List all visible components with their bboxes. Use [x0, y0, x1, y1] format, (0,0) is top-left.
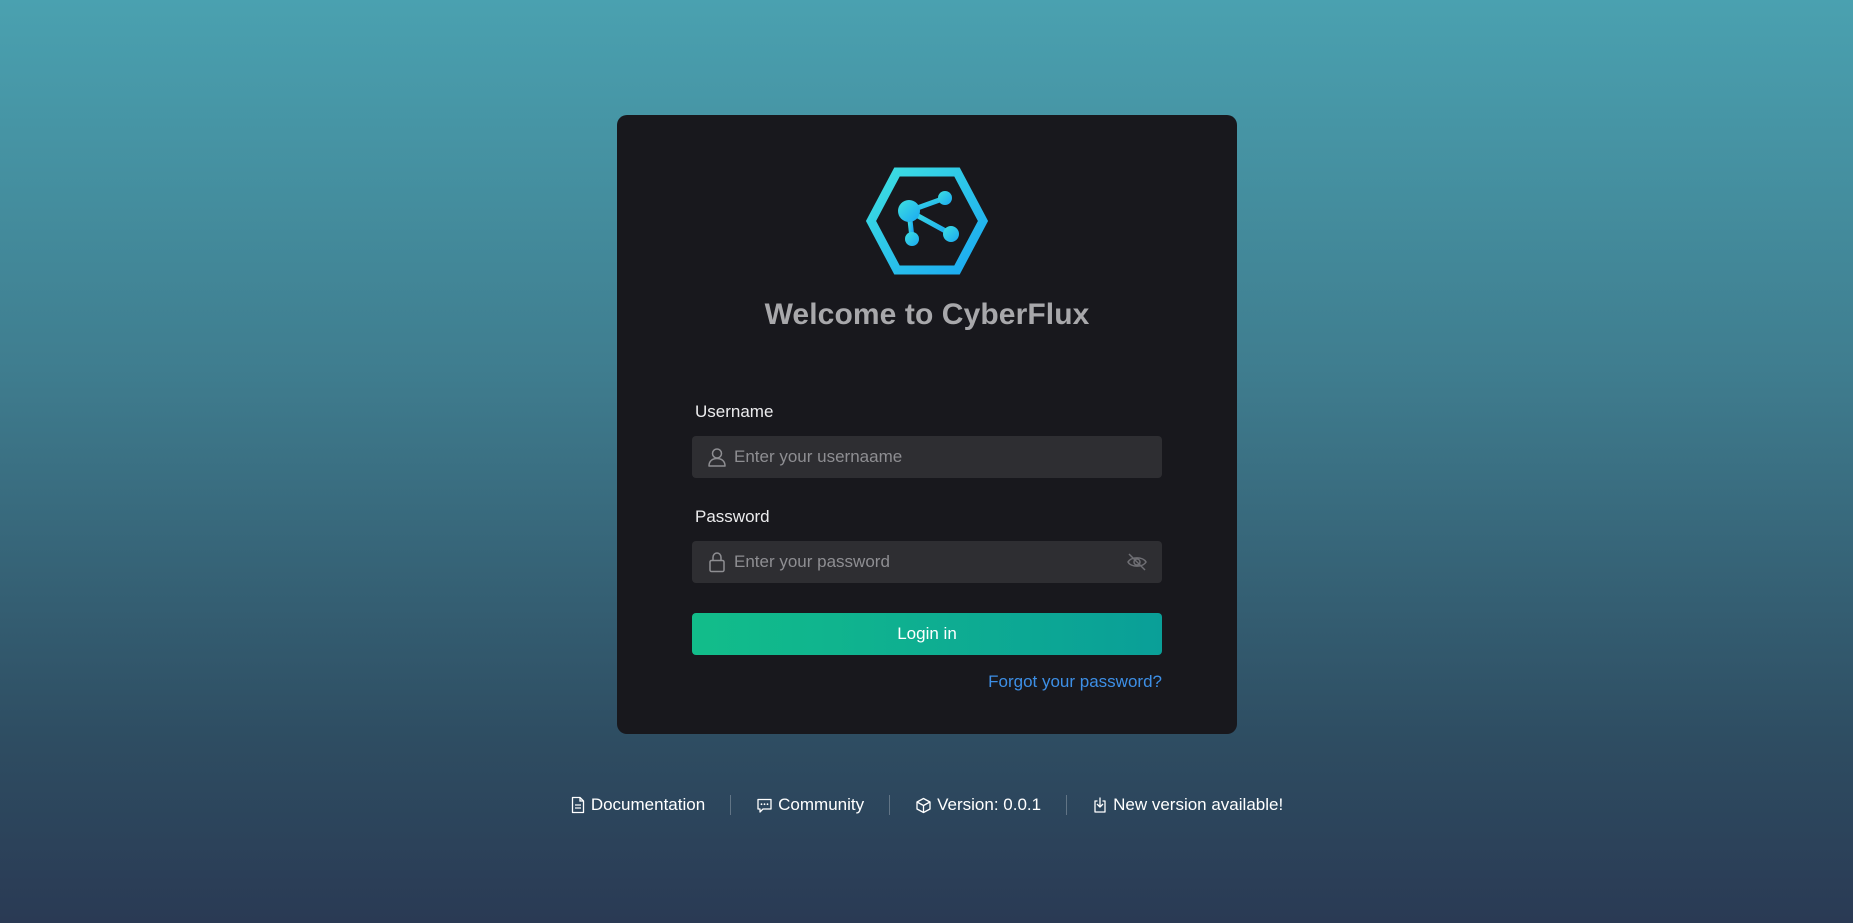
username-input[interactable] [734, 436, 1114, 478]
forgot-password-link[interactable]: Forgot your password? [988, 672, 1162, 692]
page-title: Welcome to CyberFlux [764, 298, 1090, 331]
download-icon [1094, 797, 1106, 813]
footer-divider [730, 795, 732, 815]
package-icon [916, 797, 931, 813]
chat-icon [757, 798, 772, 813]
login-button[interactable]: Login in [692, 613, 1162, 655]
version-link[interactable]: Version: 0.0.1 [915, 795, 1041, 815]
documentation-label: Documentation [590, 795, 706, 814]
password-label: Password [695, 507, 770, 526]
lock-icon [709, 552, 725, 573]
login-card: Welcome to CyberFlux Username Password L… [617, 115, 1237, 734]
cyberflux-logo-icon [866, 167, 988, 275]
document-icon [571, 796, 584, 814]
password-input[interactable] [734, 541, 1114, 583]
username-field[interactable] [692, 436, 1162, 478]
footer-links: Documentation Community Version: 0.0.1 N… [0, 795, 1853, 815]
version-label: Version: 0.0.1 [937, 795, 1042, 814]
community-label: Community [778, 795, 865, 814]
footer-divider [889, 795, 891, 815]
eye-off-icon[interactable] [1126, 552, 1148, 572]
password-field[interactable] [692, 541, 1162, 583]
new-version-label: New version available! [1113, 795, 1284, 814]
footer-divider [1066, 795, 1068, 815]
user-icon [708, 448, 726, 467]
username-label: Username [695, 402, 774, 421]
community-link[interactable]: Community [756, 795, 864, 815]
documentation-link[interactable]: Documentation [570, 795, 705, 815]
new-version-link[interactable]: New version available! [1092, 795, 1283, 815]
